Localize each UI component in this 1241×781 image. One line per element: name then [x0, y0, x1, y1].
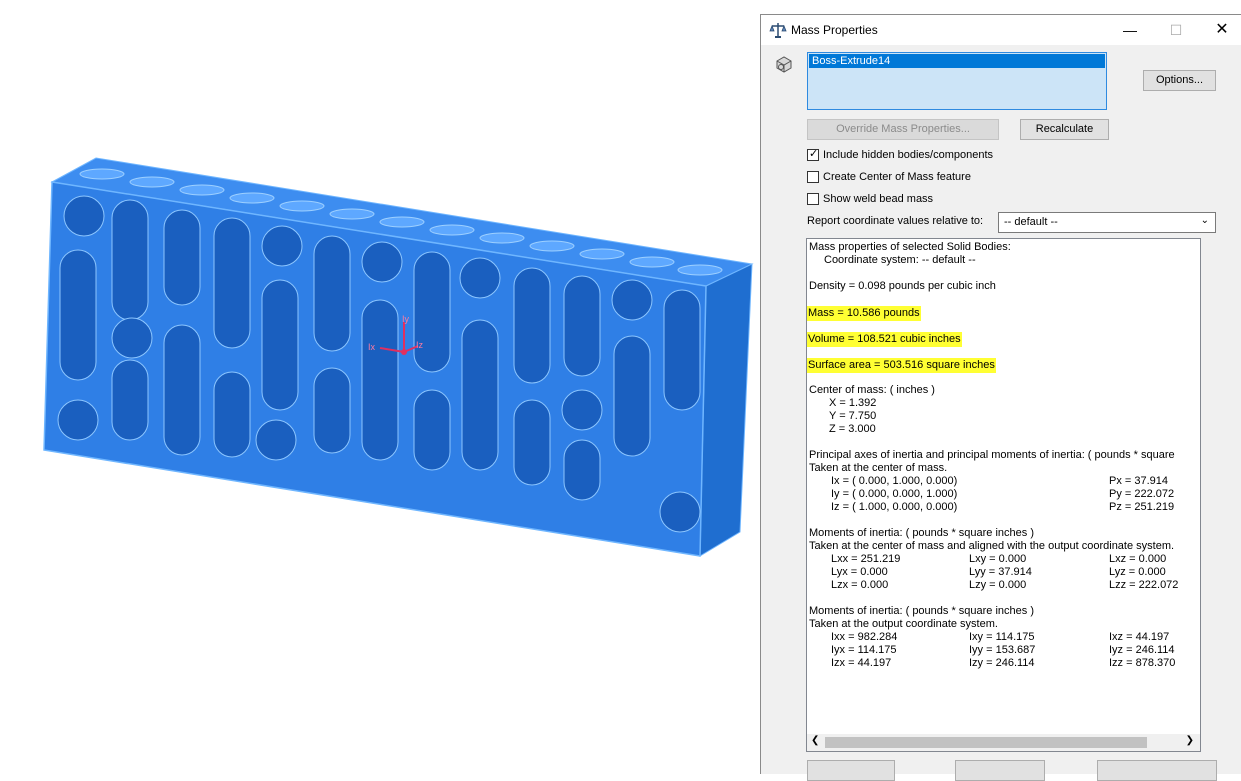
- chevron-down-icon[interactable]: ⌄: [1201, 215, 1209, 226]
- py-line: Py = 222.072: [1109, 488, 1175, 500]
- results-text-area[interactable]: Mass properties of selected Solid Bodies…: [806, 238, 1201, 752]
- center-of-mass-title: Center of mass: ( inches ): [809, 384, 935, 396]
- ix-line: Ix = ( 0.000, 1.000, 0.000): [831, 475, 958, 487]
- pz-line: Pz = 251.219: [1109, 501, 1175, 513]
- com-x: X = 1.392: [829, 397, 877, 409]
- show-weld-checkbox[interactable]: [807, 193, 819, 205]
- selection-item[interactable]: Boss-Extrude14: [809, 54, 1105, 68]
- scroll-left-icon[interactable]: ❮: [811, 735, 819, 746]
- include-hidden-label: Include hidden bodies/components: [823, 149, 994, 161]
- part-model: Iy Ix Iz: [43, 157, 754, 557]
- scrollbar-thumb[interactable]: [825, 737, 1147, 748]
- lxz: Lxz = 0.000: [1109, 553, 1167, 565]
- ixy: Ixy = 114.175: [969, 631, 1035, 643]
- selection-list[interactable]: Boss-Extrude14: [807, 52, 1107, 110]
- scale-icon: [769, 23, 787, 38]
- lxy: Lxy = 0.000: [969, 553, 1027, 565]
- options-button[interactable]: Options...: [1143, 70, 1216, 91]
- izy: Izy = 246.114: [969, 657, 1035, 669]
- title-bar[interactable]: Mass Properties — ☐ ✕: [761, 15, 1241, 45]
- coordinate-system-value: -- default --: [1004, 216, 1058, 228]
- lyy: Lyy = 37.914: [969, 566, 1032, 578]
- lzy: Lzy = 0.000: [969, 579, 1027, 591]
- moi-output-sub: Taken at the output coordinate system.: [809, 618, 998, 630]
- minimize-icon[interactable]: —: [1107, 15, 1153, 45]
- close-icon[interactable]: ✕: [1199, 15, 1241, 45]
- mass-properties-dialog: Mass Properties — ☐ ✕ Boss-Extrude14 Opt…: [760, 14, 1241, 781]
- surface-area-line: Surface area = 503.516 square inches: [807, 358, 996, 373]
- override-mass-properties-button[interactable]: Override Mass Properties...: [807, 119, 999, 140]
- bottom-button-1[interactable]: [807, 760, 895, 781]
- bottom-button-2[interactable]: [955, 760, 1045, 781]
- ixz: Ixz = 44.197: [1109, 631, 1170, 643]
- model-end-face: [699, 263, 753, 557]
- volume-line: Volume = 108.521 cubic inches: [807, 332, 962, 347]
- lzz: Lzz = 222.072: [1109, 579, 1179, 591]
- moi-com-title: Moments of inertia: ( pounds * square in…: [809, 527, 1035, 539]
- iz-line: Iz = ( 1.000, 0.000, 0.000): [831, 501, 958, 513]
- show-weld-label: Show weld bead mass: [823, 193, 934, 205]
- maximize-icon[interactable]: ☐: [1153, 15, 1199, 45]
- graphics-viewport[interactable]: Iy Ix Iz: [0, 0, 760, 765]
- iyy: Iyy = 153.687: [969, 644, 1036, 656]
- create-com-label: Create Center of Mass feature: [823, 171, 971, 183]
- triad-x-label: Ix: [368, 342, 376, 352]
- bottom-button-3[interactable]: [1097, 760, 1217, 781]
- iyx: Iyx = 114.175: [831, 644, 897, 656]
- com-z: Z = 3.000: [829, 423, 876, 435]
- com-y: Y = 7.750: [829, 410, 877, 422]
- create-com-checkbox[interactable]: [807, 171, 819, 183]
- iy-line: Iy = ( 0.000, 0.000, 1.000): [831, 488, 958, 500]
- principal-axes-sub: Taken at the center of mass.: [809, 462, 948, 474]
- moi-com-sub: Taken at the center of mass and aligned …: [809, 540, 1175, 552]
- lxx: Lxx = 251.219: [831, 553, 901, 565]
- triad-y-label: Iy: [402, 314, 410, 324]
- izx: Izx = 44.197: [831, 657, 892, 669]
- moi-output-title: Moments of inertia: ( pounds * square in…: [809, 605, 1035, 617]
- coordinate-system-select[interactable]: -- default -- ⌄: [998, 212, 1216, 233]
- mass-line: Mass = 10.586 pounds: [807, 306, 921, 321]
- results-header: Mass properties of selected Solid Bodies…: [809, 241, 1011, 253]
- include-hidden-checkbox[interactable]: ✓: [807, 148, 819, 161]
- ixx: Ixx = 982.284: [831, 631, 898, 643]
- lyx: Lyx = 0.000: [831, 566, 888, 578]
- density-line: Density = 0.098 pounds per cubic inch: [809, 280, 996, 292]
- izz: Izz = 878.370: [1109, 657, 1176, 669]
- checkmark-icon: ✓: [809, 148, 819, 160]
- horizontal-scrollbar[interactable]: ❮ ❯: [807, 734, 1200, 751]
- coordinate-system-label: Report coordinate values relative to:: [807, 215, 984, 227]
- recalculate-button[interactable]: Recalculate: [1020, 119, 1109, 140]
- results-coordinate-system: Coordinate system: -- default --: [824, 254, 976, 266]
- lzx: Lzx = 0.000: [831, 579, 889, 591]
- triad-z-label: Iz: [416, 340, 424, 350]
- scroll-right-icon[interactable]: ❯: [1186, 735, 1194, 746]
- iyz: Iyz = 246.114: [1109, 644, 1175, 656]
- principal-axes-title: Principal axes of inertia and principal …: [809, 449, 1175, 461]
- px-line: Px = 37.914: [1109, 475, 1169, 487]
- dialog-title: Mass Properties: [791, 23, 878, 37]
- lyz: Lyz = 0.000: [1109, 566, 1166, 578]
- selection-filter-icon[interactable]: [773, 53, 795, 75]
